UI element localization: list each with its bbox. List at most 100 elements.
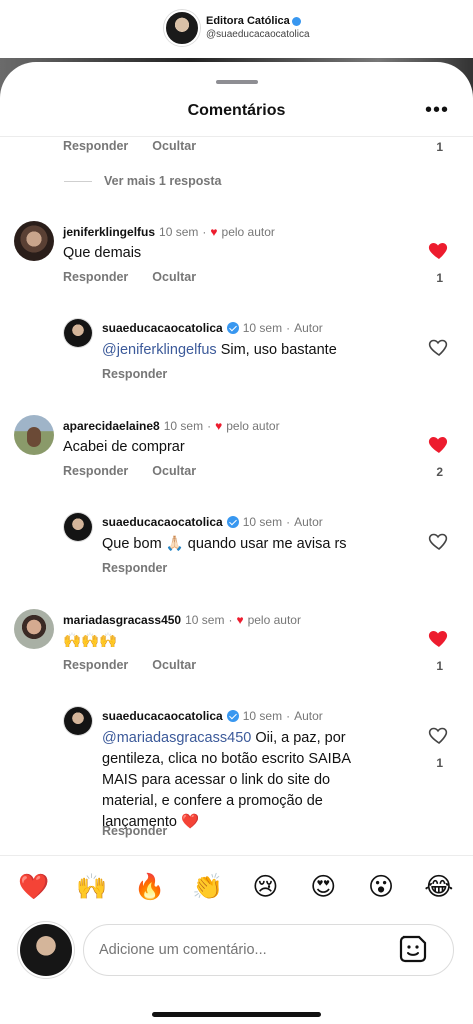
reply-text: @mariadasgracass450 Oii, a paz, por gent… xyxy=(102,728,377,833)
top-bar: Editora Católica @suaeducacaocatolica xyxy=(0,0,473,60)
reply-button[interactable]: Responder xyxy=(63,464,128,478)
emoji-laugh-button[interactable]: 😂 xyxy=(421,872,457,902)
comment-avatar[interactable] xyxy=(14,415,54,455)
heart-outline-icon[interactable] xyxy=(427,723,451,747)
reply-button[interactable]: Responder xyxy=(102,824,167,838)
sticker-icon[interactable] xyxy=(397,933,429,965)
reply-text: @jeniferklingelfus Sim, uso bastante xyxy=(102,340,402,361)
reply-avatar[interactable] xyxy=(64,319,92,347)
profile-avatar[interactable] xyxy=(164,10,200,46)
sheet-divider xyxy=(0,136,473,137)
emoji-clap-button[interactable]: 👏 xyxy=(190,872,226,902)
profile-name: Editora Católica xyxy=(206,15,290,27)
emoji-fire-button[interactable]: 🔥 xyxy=(132,872,168,902)
emoji-raised-hands-button[interactable]: 🙌 xyxy=(74,872,110,902)
comment-avatar[interactable] xyxy=(14,609,54,649)
verified-badge-icon xyxy=(226,322,239,334)
view-more-replies-button[interactable]: Ver mais 1 resposta xyxy=(64,174,221,188)
reply-time: 10 sem xyxy=(242,321,283,335)
reply-username[interactable]: suaeducacaocatolica xyxy=(102,515,223,529)
reply-button[interactable]: Responder xyxy=(63,658,128,672)
emoji-heart-button[interactable]: ❤️ xyxy=(16,872,52,902)
comment-actions: Responder Ocultar xyxy=(63,658,196,672)
profile-chip[interactable]: Editora Católica @suaeducacaocatolica xyxy=(164,10,310,46)
comment-time: 10 sem xyxy=(159,225,199,239)
comment-text: Que demais xyxy=(63,245,142,261)
replies-line xyxy=(64,180,92,182)
heart-filled-icon[interactable] xyxy=(427,626,451,650)
emoji-surprised-button[interactable]: 😮 xyxy=(363,872,399,902)
comment-text: 🙌🙌🙌 xyxy=(63,633,118,649)
liked-by-author-label: pelo autor xyxy=(226,419,280,433)
reply-actions: Responder xyxy=(102,561,167,575)
like-count: 2 xyxy=(436,465,443,479)
hide-button[interactable]: Ocultar xyxy=(152,658,196,672)
comment-avatar[interactable] xyxy=(14,221,54,261)
heart-filled-icon[interactable] xyxy=(427,432,451,456)
mention-link[interactable]: @mariadasgracass450 xyxy=(102,730,251,746)
verified-badge-icon xyxy=(226,710,239,722)
like-count: 1 xyxy=(436,756,443,770)
emoji-quick-bar: ❤️ 🙌 🔥 👏 😢 😍 😮 😂 xyxy=(16,872,457,902)
comment-text: Acabei de comprar xyxy=(63,439,185,455)
reply-header: suaeducacaocatolica 10 sem · Autor xyxy=(102,515,323,529)
comment-header: aparecidaelaine8 10 sem · ♥ pelo autor xyxy=(63,419,280,433)
profile-handle: @suaeducacaocatolica xyxy=(206,29,310,40)
liked-by-author-label: pelo autor xyxy=(247,613,301,627)
heart-filled-icon[interactable] xyxy=(427,238,451,262)
sheet-grabber[interactable] xyxy=(216,80,258,84)
author-liked-heart-icon: ♥ xyxy=(215,419,223,433)
comment-time: 10 sem xyxy=(163,419,204,433)
reply-username[interactable]: suaeducacaocatolica xyxy=(102,709,223,723)
comment-username[interactable]: aparecidaelaine8 xyxy=(63,419,160,433)
reply-time: 10 sem xyxy=(242,515,283,529)
mention-link[interactable]: @jeniferklingelfus xyxy=(102,342,217,358)
home-indicator xyxy=(152,1012,321,1017)
my-avatar xyxy=(20,924,72,976)
liked-by-author-label: pelo autor xyxy=(221,225,275,239)
hide-button[interactable]: Ocultar xyxy=(152,139,196,153)
like-count: 1 xyxy=(436,140,443,154)
heart-outline-icon[interactable] xyxy=(427,335,451,359)
comment-actions: Responder Ocultar xyxy=(63,464,196,478)
reply-avatar[interactable] xyxy=(64,707,92,735)
heart-outline-icon[interactable] xyxy=(427,529,451,553)
reply-time: 10 sem xyxy=(242,709,283,723)
comment-actions: Responder Ocultar xyxy=(63,270,196,284)
comment-username[interactable]: mariadasgracass450 xyxy=(63,613,181,627)
author-liked-heart-icon: ♥ xyxy=(210,225,218,239)
reply-button[interactable]: Responder xyxy=(63,270,128,284)
like-count: 1 xyxy=(436,271,443,285)
comments-sheet: Comentários ••• Responder Ocultar 1 Ver … xyxy=(0,62,473,1024)
author-label: Autor xyxy=(294,321,323,335)
reply-actions: Responder xyxy=(102,367,167,381)
emoji-bar-divider xyxy=(0,855,473,856)
view-more-replies-label: Ver mais 1 resposta xyxy=(104,174,222,188)
reply-body: Sim, uso bastante xyxy=(216,342,337,358)
sheet-title: Comentários xyxy=(187,102,286,119)
reply-username[interactable]: suaeducacaocatolica xyxy=(102,321,223,335)
reply-button[interactable]: Responder xyxy=(102,561,167,575)
author-label: Autor xyxy=(294,709,323,723)
comment-time: 10 sem xyxy=(185,613,225,627)
more-options-icon[interactable]: ••• xyxy=(425,100,449,120)
reply-avatar[interactable] xyxy=(64,513,92,541)
emoji-cry-button[interactable]: 😢 xyxy=(247,872,283,902)
like-count: 1 xyxy=(436,659,443,673)
reply-actions: Responder xyxy=(102,824,167,838)
reply-text: Que bom 🙏🏻 quando usar me avisa rs xyxy=(102,536,347,552)
comment-header: mariadasgracass450 10 sem · ♥ pelo autor xyxy=(63,613,301,627)
reply-header: suaeducacaocatolica 10 sem · Autor xyxy=(102,321,323,335)
author-label: Autor xyxy=(294,515,323,529)
emoji-heart-eyes-button[interactable]: 😍 xyxy=(305,872,341,902)
reply-header: suaeducacaocatolica 10 sem · Autor xyxy=(102,709,323,723)
reply-button[interactable]: Responder xyxy=(102,367,167,381)
hide-button[interactable]: Ocultar xyxy=(152,464,196,478)
verified-badge-icon xyxy=(226,516,239,528)
comment-header: jeniferklingelfus 10 sem · ♥ pelo autor xyxy=(63,225,275,239)
comment-username[interactable]: jeniferklingelfus xyxy=(63,225,155,239)
verified-badge-icon xyxy=(291,17,301,26)
hide-button[interactable]: Ocultar xyxy=(152,270,196,284)
author-liked-heart-icon: ♥ xyxy=(236,613,244,627)
reply-button[interactable]: Responder xyxy=(63,139,128,153)
